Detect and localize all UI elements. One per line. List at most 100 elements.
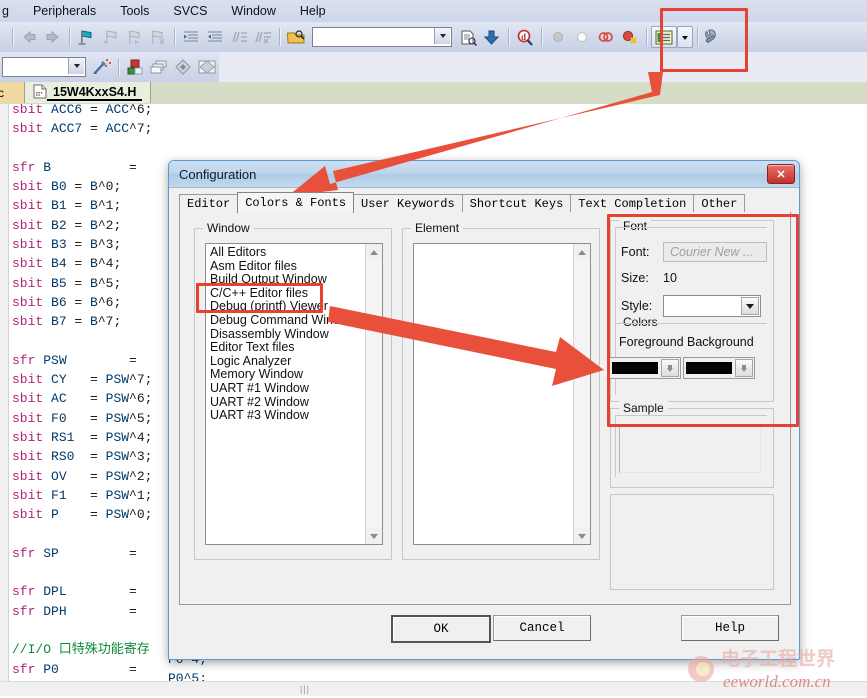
- element-group-caption: Element: [411, 221, 464, 235]
- menu-item-window[interactable]: Window: [219, 2, 287, 20]
- help-button[interactable]: Help: [681, 615, 779, 641]
- download-icon[interactable]: [480, 26, 504, 48]
- indent-left-icon[interactable]: [203, 26, 227, 48]
- list-item[interactable]: Debug Command Window: [210, 313, 356, 328]
- file-icon: [33, 84, 47, 102]
- toolbar-separator: [508, 28, 509, 46]
- bookmark-prev-icon[interactable]: [98, 26, 122, 48]
- file-insert-icon[interactable]: [456, 26, 480, 48]
- indent-right-icon[interactable]: [179, 26, 203, 48]
- toolbar-separator: [118, 58, 119, 76]
- bookmark-next-icon[interactable]: [122, 26, 146, 48]
- extra-panel: [610, 494, 774, 590]
- watermark-url-text: eeworld.com.cn: [723, 672, 831, 691]
- highlight-box-ccpp-editor-files: [196, 283, 323, 313]
- watermark: 电子工程世界 eeworld.com.cn: [687, 639, 865, 695]
- find-in-files-icon[interactable]: d: [513, 26, 537, 48]
- tab-label: n.c: [0, 85, 5, 100]
- scrollbar-grip-icon: |||: [300, 684, 311, 694]
- tab-user-keywords[interactable]: User Keywords: [353, 194, 463, 213]
- breakpoint-kill-icon[interactable]: [618, 26, 642, 48]
- scroll-down-icon[interactable]: [366, 528, 382, 544]
- scroll-up-icon[interactable]: [366, 244, 382, 260]
- highlight-box-toolbar-config: [660, 8, 748, 72]
- editor-tab-strip: n.c 15W4KxxS4.H: [0, 82, 867, 105]
- sample-preview: [619, 425, 761, 473]
- toolbar-separator: [646, 28, 647, 46]
- menu-item-svcs[interactable]: SVCS: [161, 2, 219, 20]
- toolbar-empty-space: [219, 52, 867, 82]
- batch-build-icon[interactable]: [171, 56, 195, 78]
- code-line: sbit ACC6 = ACC^6;: [12, 104, 153, 117]
- menu-item-peripherals[interactable]: Peripherals: [21, 2, 108, 20]
- scroll-down-icon[interactable]: [574, 528, 590, 544]
- bookmark-clear-icon[interactable]: [146, 26, 170, 48]
- build-target-icon[interactable]: [123, 56, 147, 78]
- watermark-cn-text: 电子工程世界: [721, 647, 835, 670]
- list-item[interactable]: Editor Text files: [210, 341, 356, 355]
- tab-other[interactable]: Other: [693, 194, 746, 213]
- window-group-caption: Window: [203, 221, 254, 235]
- search-input[interactable]: [313, 28, 436, 46]
- dialog-title-bar[interactable]: Configuration ✕: [169, 161, 799, 188]
- list-item[interactable]: UART #2 Window: [210, 395, 356, 410]
- menu-item-help[interactable]: Help: [288, 2, 338, 20]
- svg-text:d: d: [521, 32, 526, 42]
- back-arrow-icon[interactable]: [17, 26, 41, 48]
- rebuild-all-icon[interactable]: [147, 56, 171, 78]
- code-line: sbit ACC7 = ACC^7;: [12, 121, 153, 137]
- cancel-button[interactable]: Cancel: [493, 615, 591, 641]
- menu-item-tools[interactable]: Tools: [108, 2, 161, 20]
- search-combo[interactable]: [312, 27, 452, 47]
- code-line: P0^5;: [168, 671, 208, 681]
- element-listbox-scrollbar[interactable]: [573, 244, 590, 544]
- tab-text-completion[interactable]: Text Completion: [570, 194, 695, 213]
- bookmark-toggle-icon[interactable]: [74, 26, 98, 48]
- target-options-wand-icon[interactable]: [90, 56, 114, 78]
- open-file-icon[interactable]: [284, 26, 308, 48]
- list-item[interactable]: UART #3 Window: [210, 409, 356, 423]
- uncomment-block-icon[interactable]: [251, 26, 275, 48]
- tab-editor[interactable]: Editor: [179, 194, 239, 213]
- tab-label: 15W4KxxS4.H: [47, 85, 143, 101]
- tab-colors-fonts[interactable]: Colors & Fonts: [237, 192, 355, 213]
- toolbar-separator: [541, 28, 542, 46]
- translate-file-icon[interactable]: [195, 56, 219, 78]
- breakpoint-gray-icon[interactable]: [546, 26, 570, 48]
- target-input[interactable]: [3, 58, 70, 76]
- tab-15w4kxxs4-h[interactable]: 15W4KxxS4.H: [24, 82, 152, 103]
- highlight-box-font-colors: [607, 214, 799, 427]
- window-listbox-items: All Editors Asm Editor files Build Output …: [210, 245, 356, 423]
- chevron-down-icon[interactable]: [68, 58, 84, 74]
- list-item[interactable]: Asm Editor files: [210, 259, 356, 274]
- comment-block-icon[interactable]: [227, 26, 251, 48]
- tab-shortcut-keys[interactable]: Shortcut Keys: [461, 194, 572, 213]
- dialog-title: Configuration: [179, 166, 257, 182]
- menu-item-0[interactable]: g: [0, 2, 21, 20]
- editor-gutter: [0, 104, 9, 681]
- list-item[interactable]: All Editors: [210, 245, 356, 260]
- dialog-tab-bar: Editor Colors & Fonts User Keywords Shor…: [179, 192, 789, 213]
- toolbar-separator: [174, 28, 175, 46]
- element-group: Element: [402, 221, 600, 560]
- list-item[interactable]: Disassembly Window: [210, 327, 356, 342]
- element-listbox[interactable]: [413, 243, 591, 545]
- list-item[interactable]: Logic Analyzer: [210, 354, 356, 369]
- window-listbox-scrollbar[interactable]: [365, 244, 382, 544]
- window-group: Window All Editors Asm Editor files Build …: [194, 221, 392, 560]
- list-item[interactable]: Memory Window: [210, 368, 356, 382]
- breakpoint-white-icon[interactable]: [570, 26, 594, 48]
- breakpoint-disable-icon[interactable]: [594, 26, 618, 48]
- toolbar-separator: [12, 28, 13, 46]
- ok-button[interactable]: OK: [391, 615, 491, 643]
- chevron-down-icon[interactable]: [434, 28, 450, 44]
- target-combo[interactable]: [2, 57, 86, 77]
- forward-arrow-icon[interactable]: [41, 26, 65, 48]
- scroll-up-icon[interactable]: [574, 244, 590, 260]
- tab-main-c[interactable]: n.c: [0, 82, 27, 103]
- close-icon[interactable]: ✕: [767, 164, 795, 184]
- toolbar-separator: [69, 28, 70, 46]
- list-item[interactable]: UART #1 Window: [210, 381, 356, 396]
- toolbar-separator: [279, 28, 280, 46]
